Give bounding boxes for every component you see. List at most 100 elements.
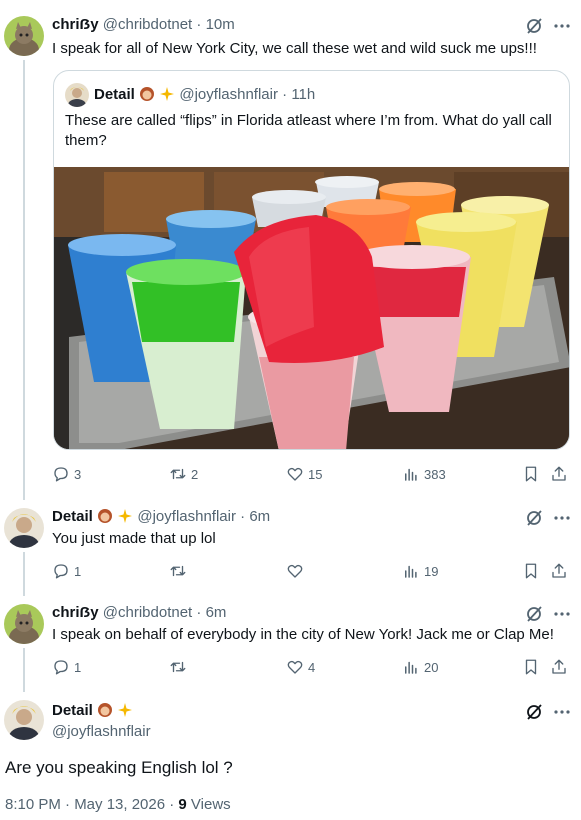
main-tweet-text: Are you speaking English lol ? bbox=[5, 758, 233, 777]
grok-icon[interactable] bbox=[524, 702, 544, 722]
avatar[interactable] bbox=[4, 508, 44, 548]
main-display-name[interactable]: Detail bbox=[52, 701, 133, 724]
user-handle[interactable]: @chribdotnet bbox=[103, 604, 192, 621]
quote-tweet[interactable]: Detail @joyflashnflair · 11h These are c… bbox=[53, 70, 570, 450]
like-button[interactable] bbox=[286, 560, 308, 582]
reply-count: 3 bbox=[74, 466, 82, 482]
bookmark-button[interactable] bbox=[522, 463, 540, 485]
quote-avatar bbox=[65, 83, 89, 107]
reply-icon bbox=[54, 467, 68, 482]
reply-button[interactable]: 3 bbox=[52, 463, 81, 485]
bookmark-button[interactable] bbox=[522, 560, 540, 582]
views-count: 383 bbox=[424, 466, 446, 482]
repost-button[interactable]: 2 bbox=[169, 463, 198, 485]
repost-icon bbox=[170, 565, 186, 577]
views-button[interactable]: 19 bbox=[402, 560, 438, 582]
more-icon[interactable] bbox=[552, 604, 572, 624]
thread-line bbox=[23, 60, 25, 500]
views-count: 19 bbox=[424, 563, 439, 579]
user-handle[interactable]: @joyflashnflair bbox=[137, 508, 236, 525]
repost-icon bbox=[170, 661, 186, 673]
action-bar: 1 19 bbox=[52, 560, 570, 582]
views-label: Views bbox=[186, 796, 231, 813]
share-icon bbox=[552, 659, 566, 674]
views-button[interactable]: 20 bbox=[402, 656, 438, 678]
share-icon bbox=[552, 466, 566, 481]
reply-icon bbox=[54, 564, 68, 579]
tweet-text: You just made that up lol bbox=[52, 530, 216, 547]
views-count: 20 bbox=[424, 659, 439, 675]
quote-text: These are called “flips” in Florida atle… bbox=[65, 112, 552, 149]
quote-photo[interactable] bbox=[54, 167, 570, 450]
repost-button[interactable] bbox=[169, 656, 191, 678]
bookmark-button[interactable] bbox=[522, 656, 540, 678]
quote-display-name: Detail bbox=[94, 86, 135, 103]
separator-dot: · bbox=[240, 508, 246, 525]
views-icon bbox=[405, 468, 417, 481]
reply-count: 1 bbox=[74, 659, 82, 675]
avatar[interactable] bbox=[4, 16, 44, 56]
tweet-header: chriẞy @chribdotnet · 6m bbox=[52, 603, 226, 623]
bookmark-icon bbox=[525, 659, 537, 675]
tweet-3[interactable]: chriẞy @chribdotnet · 6m I speak on beha… bbox=[0, 596, 581, 692]
like-count: 4 bbox=[308, 659, 316, 675]
share-button[interactable] bbox=[550, 560, 568, 582]
views-icon bbox=[405, 661, 417, 674]
sparkles-icon bbox=[159, 86, 175, 108]
action-bar: 1 4 20 bbox=[52, 656, 570, 678]
views-button[interactable]: 383 bbox=[402, 463, 446, 485]
main-name-text: Detail bbox=[52, 702, 93, 719]
main-avatar[interactable] bbox=[4, 700, 44, 740]
like-button[interactable]: 4 bbox=[286, 656, 315, 678]
separator-dot: · bbox=[282, 86, 288, 103]
grok-icon[interactable] bbox=[524, 604, 544, 624]
reply-button[interactable]: 1 bbox=[52, 560, 81, 582]
avatar[interactable] bbox=[4, 604, 44, 644]
bookmark-icon bbox=[525, 563, 537, 579]
tweet-meta: 8:10 PM · May 13, 2026 · 9 Views bbox=[5, 795, 231, 815]
reply-icon bbox=[54, 660, 68, 675]
reply-count: 1 bbox=[74, 563, 82, 579]
tweet-datetime[interactable]: 8:10 PM · May 13, 2026 · bbox=[5, 796, 178, 813]
separator-dot: · bbox=[196, 604, 202, 621]
tweet-header: chriẞy @chribdotnet · 10m bbox=[52, 15, 235, 35]
more-icon[interactable] bbox=[552, 16, 572, 36]
timestamp[interactable]: 10m bbox=[206, 16, 235, 33]
display-name[interactable]: chriẞy bbox=[52, 604, 99, 621]
views-count: 9 bbox=[178, 796, 187, 813]
quote-header: Detail @joyflashnflair · 11h bbox=[94, 85, 315, 105]
tweet-text: I speak on behalf of everybody in the ci… bbox=[52, 626, 554, 643]
quote-timestamp: 11h bbox=[291, 86, 316, 103]
quote-user-handle: @joyflashnflair bbox=[179, 86, 278, 103]
more-icon[interactable] bbox=[552, 508, 572, 528]
repost-button[interactable] bbox=[169, 560, 191, 582]
like-count: 15 bbox=[308, 466, 323, 482]
like-button[interactable]: 15 bbox=[286, 463, 322, 485]
display-name[interactable]: chriẞy bbox=[52, 16, 99, 33]
tweet-header: Detail @joyflashnflair · 6m bbox=[52, 507, 270, 527]
action-bar: 3 2 15 383 bbox=[52, 463, 570, 485]
display-name[interactable]: Detail bbox=[52, 508, 93, 525]
person-emoji-icon bbox=[139, 86, 155, 108]
tweet-2[interactable]: Detail @joyflashnflair · 6m You just mad… bbox=[0, 500, 581, 596]
timestamp[interactable]: 6m bbox=[249, 508, 270, 525]
tweet-1[interactable]: chriẞy @chribdotnet · 10m I speak for al… bbox=[0, 0, 581, 500]
thread-line bbox=[23, 552, 25, 596]
user-handle[interactable]: @chribdotnet bbox=[103, 16, 192, 33]
share-icon bbox=[552, 563, 566, 578]
person-emoji-icon bbox=[97, 702, 113, 724]
reply-button[interactable]: 1 bbox=[52, 656, 81, 678]
like-icon bbox=[287, 467, 303, 481]
more-icon[interactable] bbox=[552, 702, 572, 722]
timestamp[interactable]: 6m bbox=[206, 604, 227, 621]
share-button[interactable] bbox=[550, 656, 568, 678]
thread-line bbox=[23, 648, 25, 692]
repost-count: 2 bbox=[191, 466, 199, 482]
sparkles-icon bbox=[117, 702, 133, 724]
person-emoji-icon bbox=[97, 508, 113, 530]
share-button[interactable] bbox=[550, 463, 568, 485]
grok-icon[interactable] bbox=[524, 508, 544, 528]
main-user-handle[interactable]: @joyflashnflair bbox=[52, 722, 151, 742]
grok-icon[interactable] bbox=[524, 16, 544, 36]
repost-icon bbox=[170, 468, 186, 480]
